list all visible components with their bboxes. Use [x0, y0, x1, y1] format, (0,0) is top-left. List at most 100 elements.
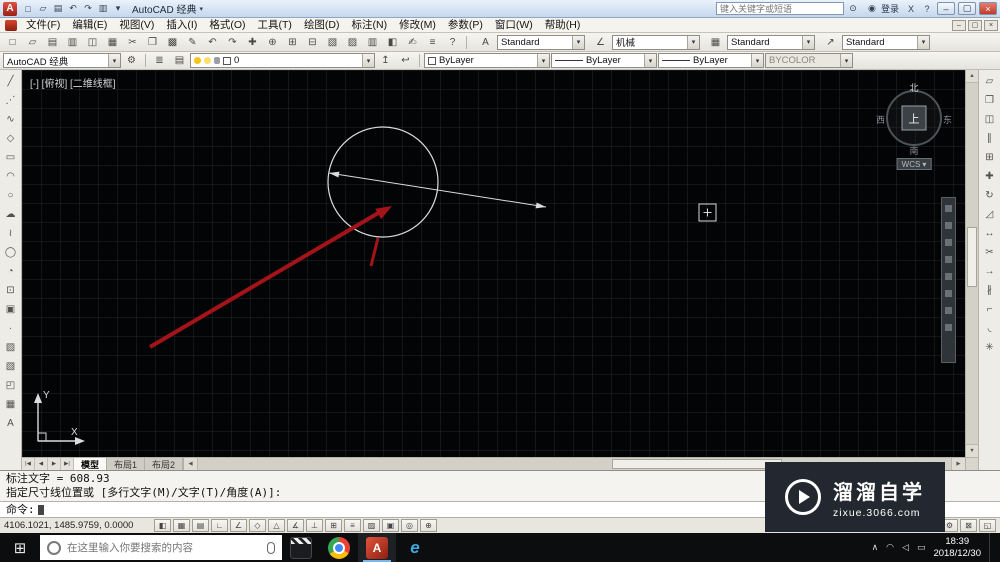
navigation-bar[interactable] — [941, 197, 956, 363]
table-style-select[interactable]: Standard ▾ — [727, 34, 815, 50]
workspace-select[interactable]: AutoCAD 经典 ▾ — [3, 53, 121, 68]
explode-icon[interactable]: ✳ — [980, 338, 999, 356]
osnap-toggle[interactable]: ◇ — [249, 519, 266, 532]
minimize-button[interactable]: – — [937, 2, 955, 15]
tray-expand-icon[interactable]: ∧ — [872, 542, 879, 553]
drawing-canvas[interactable]: Y X [-] [俯视] [二维线框] 北 南 西 东 上 WCS ▾ — [22, 70, 965, 457]
layer-previous-icon[interactable]: ↩ — [396, 53, 415, 69]
snap-toggle[interactable]: ▦ — [173, 519, 190, 532]
menu-dimension[interactable]: 标注(N) — [346, 18, 394, 32]
lineweight-toggle[interactable]: ≡ — [344, 519, 361, 532]
trim-icon[interactable]: ✂ — [980, 243, 999, 261]
selection-cycling-toggle[interactable]: ◎ — [401, 519, 418, 532]
volume-icon[interactable]: ◁ — [902, 542, 909, 553]
circle-icon[interactable]: ○ — [1, 186, 20, 204]
wcs-button[interactable]: WCS ▾ — [896, 158, 932, 170]
arc-icon[interactable]: ◠ — [1, 167, 20, 185]
tab-first-button[interactable]: |◀ — [22, 458, 35, 470]
mirror-icon[interactable]: ◫ — [980, 110, 999, 128]
match-properties-icon[interactable]: ✎ — [183, 34, 202, 50]
move-icon[interactable]: ✚ — [980, 167, 999, 185]
point-icon[interactable]: ∙ — [1, 319, 20, 337]
transparency-toggle[interactable]: ▨ — [363, 519, 380, 532]
zoom-previous-icon[interactable]: ⊟ — [303, 34, 322, 50]
taskbar-app-edge[interactable]: e — [396, 533, 434, 562]
make-object-layer-current-icon[interactable]: ↥ — [376, 53, 395, 69]
scale-icon[interactable]: ◿ — [980, 205, 999, 223]
taskbar-app-autocad[interactable]: A — [358, 533, 396, 562]
viewcube-east-label[interactable]: 东 — [943, 113, 952, 126]
open-icon[interactable]: ▱ — [23, 34, 42, 50]
scroll-down-button[interactable]: ▼ — [966, 444, 978, 457]
spline-icon[interactable]: ≀ — [1, 224, 20, 242]
line-icon[interactable]: ╱ — [1, 72, 20, 90]
coordinates-display[interactable]: 4106.1021, 1485.9759, 0.0000 — [4, 520, 152, 531]
menu-tools[interactable]: 工具(T) — [252, 18, 298, 32]
viewcube[interactable]: 北 南 西 东 上 WCS ▾ — [876, 82, 952, 172]
viewcube-top-face[interactable]: 上 — [901, 105, 927, 131]
more-commands-icon[interactable]: ▾ — [111, 2, 125, 16]
pan-icon[interactable]: ✚ — [243, 34, 262, 50]
start-button[interactable]: ⊞ — [0, 533, 40, 562]
menu-modify[interactable]: 修改(M) — [393, 18, 442, 32]
linetype-select[interactable]: ByLayer ▾ — [551, 53, 657, 68]
menu-file[interactable]: 文件(F) — [20, 18, 66, 32]
create-block-icon[interactable]: ▣ — [1, 300, 20, 318]
navbar-icon[interactable] — [945, 307, 952, 314]
layer-properties-icon[interactable]: ≣ — [150, 53, 169, 69]
lineweight-select[interactable]: ByLayer ▾ — [658, 53, 764, 68]
plot-preview-icon[interactable]: ◫ — [83, 34, 102, 50]
annotation-monitor-toggle[interactable]: ⊕ — [420, 519, 437, 532]
taskbar-search-input[interactable] — [67, 541, 261, 554]
mleader-style-select[interactable]: Standard ▾ — [842, 34, 930, 50]
tab-layout2[interactable]: 布局2 — [145, 458, 184, 470]
navbar-icon[interactable] — [945, 324, 952, 331]
save-icon[interactable]: ▤ — [43, 34, 62, 50]
zoom-realtime-icon[interactable]: ⊕ — [263, 34, 282, 50]
action-center-button[interactable] — [989, 533, 997, 562]
scroll-left-button[interactable]: ◀ — [184, 458, 198, 470]
quick-properties-toggle[interactable]: ▣ — [382, 519, 399, 532]
rectangle-icon[interactable]: ▭ — [1, 148, 20, 166]
battery-icon[interactable]: ▭ — [917, 542, 926, 553]
break-icon[interactable]: ∦ — [980, 281, 999, 299]
viewport-controls[interactable]: [-] [俯视] [二维线框] — [30, 75, 116, 90]
properties-icon[interactable]: ▧ — [323, 34, 342, 50]
mleader-style-icon[interactable]: ↗ — [821, 34, 840, 50]
quickcalc-icon[interactable]: ≡ — [423, 34, 442, 50]
layer-states-icon[interactable]: ▤ — [170, 53, 189, 69]
qnew-icon[interactable]: □ — [3, 34, 22, 50]
publish-icon[interactable]: ▦ — [103, 34, 122, 50]
polar-tracking-toggle[interactable]: ∠ — [230, 519, 247, 532]
menu-window[interactable]: 窗口(W) — [489, 18, 539, 32]
autocad-app-icon[interactable]: A — [3, 1, 17, 16]
open-icon[interactable]: ▱ — [36, 2, 50, 16]
undo-icon[interactable]: ↶ — [203, 34, 222, 50]
hatch-icon[interactable]: ▨ — [1, 338, 20, 356]
redo-icon[interactable]: ↷ — [223, 34, 242, 50]
tab-next-button[interactable]: ▶ — [48, 458, 61, 470]
menu-insert[interactable]: 插入(I) — [160, 18, 203, 32]
navbar-icon[interactable] — [945, 205, 952, 212]
fillet-icon[interactable]: ◟ — [980, 319, 999, 337]
navbar-icon[interactable] — [945, 290, 952, 297]
designcenter-icon[interactable]: ▨ — [343, 34, 362, 50]
tab-layout1[interactable]: 布局1 — [107, 458, 146, 470]
plot-icon[interactable]: ▥ — [96, 2, 110, 16]
taskbar-clock[interactable]: 18:39 2018/12/30 — [933, 536, 981, 560]
construction-line-icon[interactable]: ⋰ — [1, 91, 20, 109]
network-icon[interactable]: ◠ — [886, 542, 894, 553]
ortho-toggle[interactable]: ∟ — [211, 519, 228, 532]
polyline-icon[interactable]: ∿ — [1, 110, 20, 128]
ducs-toggle[interactable]: ⊥ — [306, 519, 323, 532]
tab-last-button[interactable]: ▶| — [61, 458, 74, 470]
stretch-icon[interactable]: ↔ — [980, 224, 999, 242]
markup-set-manager-icon[interactable]: ✍ — [403, 34, 422, 50]
text-style-icon[interactable]: A — [476, 34, 495, 50]
plot-icon[interactable]: ▥ — [63, 34, 82, 50]
menu-format[interactable]: 格式(O) — [203, 18, 251, 32]
menu-edit[interactable]: 编辑(E) — [66, 18, 113, 32]
help-icon[interactable]: ? — [443, 34, 462, 50]
region-icon[interactable]: ◰ — [1, 376, 20, 394]
zoom-window-icon[interactable]: ⊞ — [283, 34, 302, 50]
